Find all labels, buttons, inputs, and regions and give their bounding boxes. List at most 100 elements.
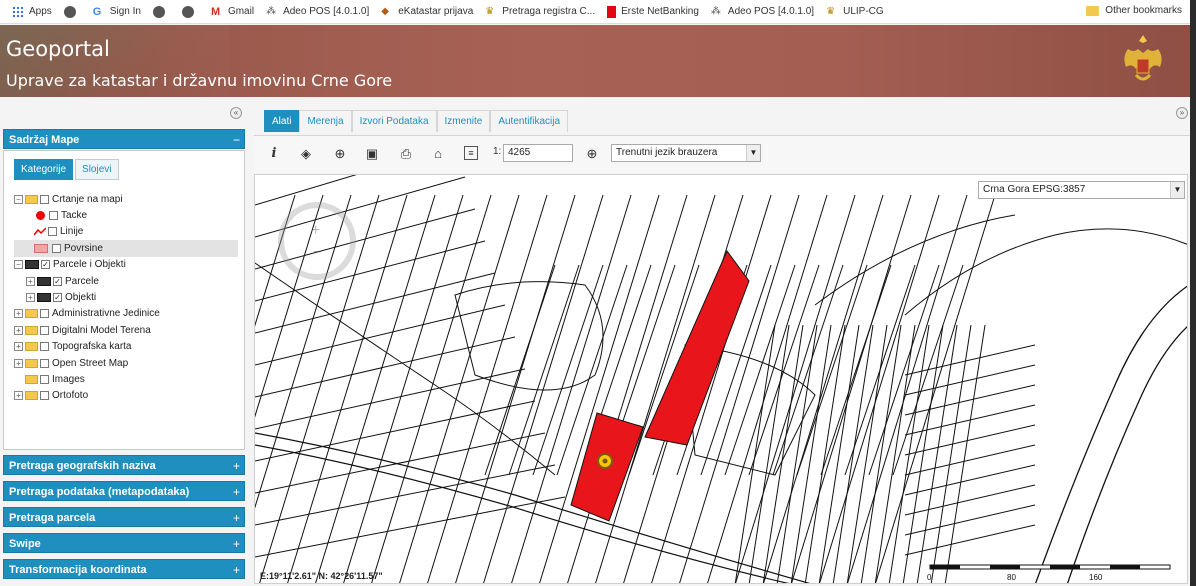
tab-slojevi[interactable]: Slojevi bbox=[75, 159, 119, 180]
print-icon[interactable]: ⎙ bbox=[398, 146, 414, 162]
save-icon[interactable]: ▣ bbox=[364, 146, 380, 162]
scale-input[interactable]: 4265 bbox=[503, 144, 573, 162]
layer-checkbox[interactable] bbox=[40, 374, 49, 384]
parcel-boundary bbox=[255, 240, 486, 302]
expand-node-icon[interactable]: + bbox=[14, 325, 23, 335]
panel-swipe[interactable]: Swipe + bbox=[3, 533, 245, 553]
layer-checkbox[interactable] bbox=[49, 211, 58, 221]
tree-item-administrativne[interactable]: + Administrativne Jedinice bbox=[14, 306, 238, 322]
tab-kategorije[interactable]: Kategorije bbox=[14, 159, 74, 180]
tab-merenja[interactable]: Merenja bbox=[299, 110, 352, 132]
panel-transformacija[interactable]: Transformacija koordinata + bbox=[3, 559, 245, 579]
layer-checkbox[interactable]: ✓ bbox=[41, 260, 50, 270]
content-panel-header[interactable]: Sadržaj Mape − bbox=[3, 129, 245, 149]
tree-item-ortofoto[interactable]: + Ortofoto bbox=[14, 388, 238, 404]
layer-checkbox[interactable] bbox=[40, 194, 49, 204]
erste-icon bbox=[607, 5, 617, 18]
polygon-symbol-icon bbox=[34, 243, 48, 253]
adeo-icon: ⁂ bbox=[710, 5, 721, 17]
tree-item-dmt[interactable]: + Digitalni Model Terena bbox=[14, 322, 238, 338]
panel-pretraga-naziva[interactable]: Pretraga geografskih naziva + bbox=[3, 455, 245, 475]
tree-item-linije[interactable]: Linije bbox=[14, 224, 238, 240]
expand-node-icon[interactable]: + bbox=[14, 358, 23, 368]
globe-icon bbox=[152, 5, 165, 18]
panel-pretraga-metapodataka[interactable]: Pretraga podataka (metapodataka) + bbox=[3, 481, 245, 501]
bookmark-ekatastar[interactable]: ◆ eKatastar prijava bbox=[381, 6, 473, 18]
tab-alati[interactable]: Alati bbox=[264, 110, 300, 132]
layer-checkbox[interactable] bbox=[40, 342, 49, 352]
line-symbol-icon bbox=[34, 227, 46, 236]
zoom-to-scale-icon[interactable]: ⊕ bbox=[584, 146, 600, 162]
main-tabs: Alati Merenja Izvori Podataka Izmenite A… bbox=[264, 110, 569, 132]
scale-bar: 0 80 160 bbox=[927, 564, 1171, 582]
bookmark-globe-1[interactable] bbox=[63, 5, 81, 18]
bookmark-ulip[interactable]: ♛ ULIP-CG bbox=[826, 6, 884, 18]
bookmark-gmail[interactable]: M Gmail bbox=[211, 6, 254, 18]
tab-autentifikacija[interactable]: Autentifikacija bbox=[490, 110, 569, 132]
map-canvas[interactable]: + − bbox=[254, 174, 1188, 584]
expand-node-icon[interactable]: + bbox=[26, 293, 35, 303]
expand-node-icon[interactable]: + bbox=[14, 391, 23, 401]
expand-node-icon[interactable]: + bbox=[14, 309, 23, 319]
google-icon: G bbox=[92, 5, 102, 18]
bookmark-globe-3[interactable] bbox=[181, 5, 199, 18]
apps-grid-icon bbox=[12, 5, 24, 18]
panel-pretraga-parcela[interactable]: Pretraga parcela + bbox=[3, 507, 245, 527]
chevron-down-icon: ▼ bbox=[1170, 182, 1184, 198]
tree-item-images[interactable]: Images bbox=[14, 371, 238, 387]
parcel-boundary bbox=[255, 194, 352, 509]
layer-checkbox[interactable] bbox=[52, 243, 61, 253]
home-icon[interactable]: ⌂ bbox=[430, 146, 446, 162]
montenegro-crest-icon bbox=[1124, 35, 1162, 81]
parcel-boundary bbox=[904, 504, 1036, 536]
expand-node-icon[interactable]: + bbox=[14, 342, 23, 352]
bookmark-erste[interactable]: Erste NetBanking bbox=[607, 5, 699, 18]
collapse-node-icon[interactable]: − bbox=[14, 194, 23, 204]
tab-izvori-podataka[interactable]: Izvori Podataka bbox=[351, 110, 437, 132]
content-panel: Kategorije Slojevi − Crtanje na mapi Tac… bbox=[3, 150, 245, 450]
cadastral-map[interactable]: + − bbox=[255, 175, 1188, 584]
tree-item-parcele-i-objekti[interactable]: − ✓ Parcele i Objekti bbox=[14, 257, 238, 273]
tab-izmenite[interactable]: Izmenite bbox=[436, 110, 491, 132]
parcel-boundary bbox=[904, 464, 1036, 496]
tree-item-povrsine[interactable]: Povrsine bbox=[14, 240, 238, 257]
language-select[interactable]: Trenutni jezik brauzera ▼ bbox=[611, 144, 761, 162]
other-bookmarks[interactable]: Other bookmarks bbox=[1086, 5, 1182, 16]
tree-item-objekti[interactable]: + ✓ Objekti bbox=[14, 289, 238, 305]
tree-item-parcele[interactable]: + ✓ Parcele bbox=[14, 273, 238, 289]
right-panel-collapse-button[interactable]: » bbox=[1176, 107, 1188, 119]
layer-checkbox[interactable] bbox=[48, 227, 57, 237]
layers-icon[interactable]: ◈ bbox=[298, 146, 314, 162]
layer-checkbox[interactable] bbox=[40, 325, 49, 335]
layer-checkbox[interactable] bbox=[40, 309, 49, 319]
bookmark-sign-in[interactable]: G Sign In bbox=[93, 6, 141, 18]
tree-item-topografska[interactable]: + Topografska karta bbox=[14, 339, 238, 355]
folder-icon bbox=[25, 325, 38, 335]
layer-checkbox[interactable]: ✓ bbox=[53, 293, 62, 303]
collapse-node-icon[interactable]: − bbox=[14, 260, 23, 270]
layer-checkbox[interactable]: ✓ bbox=[53, 276, 62, 286]
legend-icon[interactable]: ≡ bbox=[464, 146, 478, 160]
layer-tree: − Crtanje na mapi Tacke Linije Povrsine bbox=[14, 191, 238, 404]
tree-item-osm[interactable]: + Open Street Map bbox=[14, 355, 238, 371]
parcel-boundary bbox=[255, 304, 506, 366]
bookmark-adeo-pos-2[interactable]: ⁂ Adeo POS [4.0.1.0] bbox=[711, 6, 814, 18]
bookmarks-bar: Apps G Sign In M Gmail ⁂ Adeo POS [4.0.1… bbox=[0, 0, 1196, 24]
tree-item-crtanje[interactable]: − Crtanje na mapi bbox=[14, 191, 238, 207]
left-panel-collapse-button[interactable]: « bbox=[230, 107, 242, 119]
info-icon[interactable]: i bbox=[266, 146, 282, 162]
crs-select[interactable]: Crna Gora EPSG:3857 ▼ bbox=[978, 181, 1185, 199]
location-marker-icon bbox=[597, 453, 613, 469]
expand-node-icon[interactable]: + bbox=[26, 276, 35, 286]
site-title: Geoportal bbox=[6, 37, 110, 61]
tree-item-tacke[interactable]: Tacke bbox=[14, 207, 238, 223]
bookmark-pretraga-registra[interactable]: ♛ Pretraga registra C... bbox=[485, 6, 595, 18]
layer-checkbox[interactable] bbox=[40, 358, 49, 368]
gmail-icon: M bbox=[210, 5, 221, 18]
bookmark-globe-2[interactable] bbox=[152, 5, 170, 18]
folder-icon bbox=[25, 358, 38, 368]
layer-checkbox[interactable] bbox=[40, 391, 49, 401]
bookmark-apps[interactable]: Apps bbox=[12, 5, 52, 18]
bookmark-adeo-pos[interactable]: ⁂ Adeo POS [4.0.1.0] bbox=[266, 6, 369, 18]
zoom-extent-icon[interactable]: ⊕ bbox=[332, 146, 348, 162]
